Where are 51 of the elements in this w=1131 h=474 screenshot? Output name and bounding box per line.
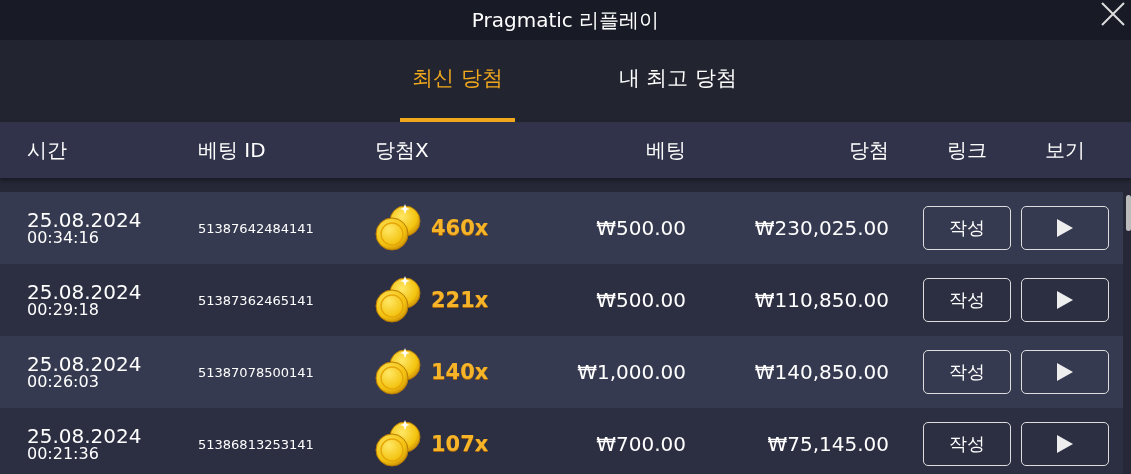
multiplier-text: 107x [431, 432, 489, 456]
write-link-button[interactable]: 작성 [923, 278, 1011, 322]
date-text: 25.08.2024 [27, 210, 143, 230]
column-header: 당첨X [375, 136, 430, 164]
column-header: 당첨 [848, 136, 889, 164]
multiplier-text: 460x [431, 216, 489, 240]
time-text: 00:29:18 [27, 302, 100, 318]
bet-id: 51387362465141 [198, 292, 315, 308]
bet-amount: ₩500.00 [595, 288, 686, 312]
write-link-button[interactable]: 작성 [923, 422, 1011, 466]
window-title: Pragmatic 리플레이 [471, 6, 660, 34]
coins-icon [375, 275, 423, 325]
play-button[interactable] [1021, 278, 1109, 322]
bet-amount: ₩500.00 [595, 216, 686, 240]
date-text: 25.08.2024 [27, 282, 143, 302]
time-text: 00:34:16 [27, 230, 100, 246]
coins-icon [375, 203, 423, 253]
time-text: 00:21:36 [27, 446, 100, 462]
play-icon [1056, 434, 1074, 454]
date-text: 25.08.2024 [27, 426, 143, 446]
play-icon [1056, 362, 1074, 382]
coins-icon [375, 347, 423, 397]
column-header: 시간 [27, 136, 68, 164]
play-button[interactable] [1021, 206, 1109, 250]
win-amount: ₩110,850.00 [753, 288, 889, 312]
scrollbar[interactable] [1126, 195, 1131, 231]
play-button[interactable] [1021, 422, 1109, 466]
win-amount: ₩75,145.00 [766, 432, 889, 456]
bet-id: 51387078500141 [198, 364, 315, 380]
column-header: 링크 [946, 136, 988, 164]
write-link-button[interactable]: 작성 [923, 350, 1011, 394]
play-icon [1056, 218, 1074, 238]
tab[interactable]: 내 최고 당첨 [606, 40, 749, 122]
multiplier-text: 140x [431, 360, 489, 384]
win-amount: ₩140,850.00 [753, 360, 889, 384]
bet-id: 51387642484141 [198, 220, 315, 236]
write-link-button[interactable]: 작성 [923, 206, 1011, 250]
date-text: 25.08.2024 [27, 354, 143, 374]
bet-amount: ₩700.00 [595, 432, 686, 456]
bet-amount: ₩1,000.00 [576, 360, 686, 384]
multiplier-text: 221x [431, 288, 489, 312]
win-amount: ₩230,025.00 [753, 216, 889, 240]
time-text: 00:26:03 [27, 374, 100, 390]
column-header: 베팅 ID [198, 136, 267, 164]
close-icon[interactable] [1101, 2, 1125, 26]
bet-id: 51386813253141 [198, 436, 315, 452]
column-header: 보기 [1044, 136, 1086, 164]
column-header: 베팅 [645, 136, 686, 164]
play-button[interactable] [1021, 350, 1109, 394]
play-icon [1056, 290, 1074, 310]
coins-icon [375, 419, 423, 469]
